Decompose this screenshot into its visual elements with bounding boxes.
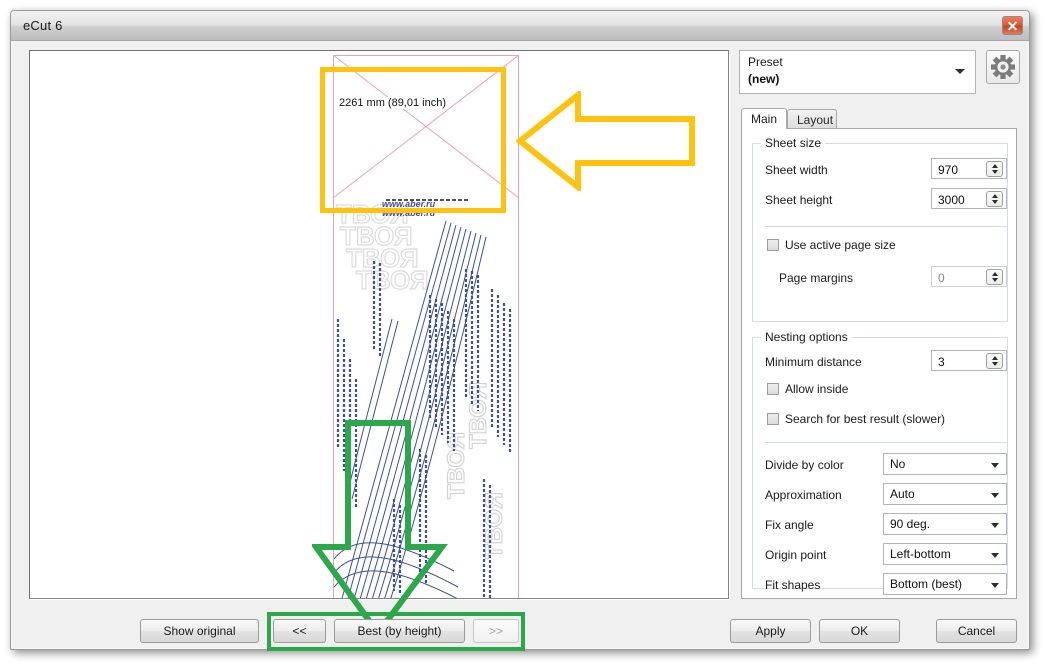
minimum-distance-stepper[interactable] xyxy=(986,353,1003,369)
nesting-preview-canvas[interactable]: 2261 mm (89,01 inch) ТВОЯ ТВОЯ ТВОЯ ТВОЯ xyxy=(29,50,729,599)
sheet-width-stepper[interactable] xyxy=(986,161,1003,177)
cancel-button[interactable]: Cancel xyxy=(936,619,1017,643)
window-title: eCut 6 xyxy=(23,18,63,33)
divider xyxy=(765,226,1007,227)
chevron-down-icon[interactable] xyxy=(991,583,999,588)
close-icon[interactable] xyxy=(1002,16,1023,35)
ok-button[interactable]: OK xyxy=(819,619,900,643)
chevron-down-icon[interactable] xyxy=(991,463,999,468)
tab-layout[interactable]: Layout xyxy=(787,109,837,129)
checkbox-box[interactable] xyxy=(767,383,779,395)
sheet-height-stepper[interactable] xyxy=(986,191,1003,207)
svg-text:ТВОЯ: ТВОЯ xyxy=(356,265,429,295)
sheet-height-label: Sheet height xyxy=(765,193,833,207)
group-sheet-size-title: Sheet size xyxy=(761,136,826,150)
empty-sheet-cross xyxy=(333,55,519,198)
minimum-distance-value[interactable] xyxy=(936,351,992,372)
title-bar: eCut 6 xyxy=(11,11,1029,41)
chevron-down-icon[interactable] xyxy=(955,69,965,74)
tab-main[interactable]: Main xyxy=(741,108,787,129)
origin-point-label: Origin point xyxy=(765,548,827,562)
approximation-value: Auto xyxy=(890,487,915,501)
fit-shapes-select[interactable]: Bottom (best) xyxy=(883,573,1007,595)
group-nesting-options-title: Nesting options xyxy=(761,330,852,344)
origin-point-select[interactable]: Left-bottom xyxy=(883,543,1007,565)
fit-shapes-value: Bottom (best) xyxy=(890,577,963,591)
sheet-height-value[interactable] xyxy=(936,189,992,210)
app-screenshot: eCut 6 2261 mm (89,01 inch) ТВОЯ ТВОЯ ТВ… xyxy=(0,0,1058,669)
dialog-client-area: 2261 mm (89,01 inch) ТВОЯ ТВОЯ ТВОЯ ТВОЯ xyxy=(12,41,1028,651)
sheet-width-value[interactable] xyxy=(936,159,992,180)
divide-by-color-value: No xyxy=(890,457,906,471)
sheet-height-input[interactable] xyxy=(931,188,1007,210)
tab-panel-main: Sheet size Sheet width Sheet height xyxy=(741,128,1017,599)
fit-shapes-label: Fit shapes xyxy=(765,578,821,592)
divide-by-color-select[interactable]: No xyxy=(883,453,1007,475)
sheet-width-input[interactable] xyxy=(931,158,1007,180)
allow-inside-label: Allow inside xyxy=(785,382,849,396)
page-margins-stepper[interactable] xyxy=(986,269,1003,285)
fix-angle-label: Fix angle xyxy=(765,518,814,532)
ecut-dialog-window: eCut 6 2261 mm (89,01 inch) ТВОЯ ТВОЯ ТВ… xyxy=(10,10,1030,651)
best-by-height-button[interactable]: Best (by height) xyxy=(334,619,465,643)
group-sheet-size: Sheet size Sheet width Sheet height xyxy=(752,136,1008,322)
divider xyxy=(765,442,1007,443)
preset-label: Preset xyxy=(748,55,783,69)
page-margins-value[interactable] xyxy=(936,267,992,288)
page-margins-input[interactable] xyxy=(931,266,1007,288)
approximation-label: Approximation xyxy=(765,488,842,502)
chevron-down-icon[interactable] xyxy=(991,523,999,528)
chevron-down-icon[interactable] xyxy=(991,493,999,498)
minimum-distance-input[interactable] xyxy=(931,350,1007,372)
fix-angle-select[interactable]: 90 deg. xyxy=(883,513,1007,535)
checkbox-box[interactable] xyxy=(767,239,779,251)
divide-by-color-label: Divide by color xyxy=(765,458,844,472)
approximation-select[interactable]: Auto xyxy=(883,483,1007,505)
settings-panel: Preset (new) Main Layout Sheet size Shee… xyxy=(739,50,1020,599)
previous-result-button[interactable]: << xyxy=(273,619,326,643)
sheet-dimension-label: 2261 mm (89,01 inch) xyxy=(337,97,448,109)
next-result-button[interactable]: >> xyxy=(473,619,519,643)
gear-icon[interactable] xyxy=(986,50,1020,84)
checkbox-box[interactable] xyxy=(767,413,779,425)
svg-text:www.aber.ru: www.aber.ru xyxy=(382,208,436,218)
origin-point-value: Left-bottom xyxy=(890,547,951,561)
group-nesting-options: Nesting options Minimum distance Allow i… xyxy=(752,330,1008,595)
preset-value: (new) xyxy=(748,72,780,86)
apply-button[interactable]: Apply xyxy=(730,619,811,643)
show-original-button[interactable]: Show original xyxy=(140,619,259,643)
use-active-page-size-label: Use active page size xyxy=(785,238,896,252)
panel-tabs: Main Layout xyxy=(741,108,1017,129)
chevron-down-icon[interactable] xyxy=(991,553,999,558)
search-best-result-label: Search for best result (slower) xyxy=(785,412,946,426)
preset-combo[interactable]: Preset (new) xyxy=(739,50,976,94)
fix-angle-value: 90 deg. xyxy=(890,517,931,531)
nested-artwork: ТВОЯ ТВОЯ ТВОЯ ТВОЯ ТВОЯ ТВОЯ ТВОЯ www.a… xyxy=(334,199,512,598)
minimum-distance-label: Minimum distance xyxy=(765,355,862,369)
sheet-width-label: Sheet width xyxy=(765,163,828,177)
page-margins-label: Page margins xyxy=(779,271,854,285)
